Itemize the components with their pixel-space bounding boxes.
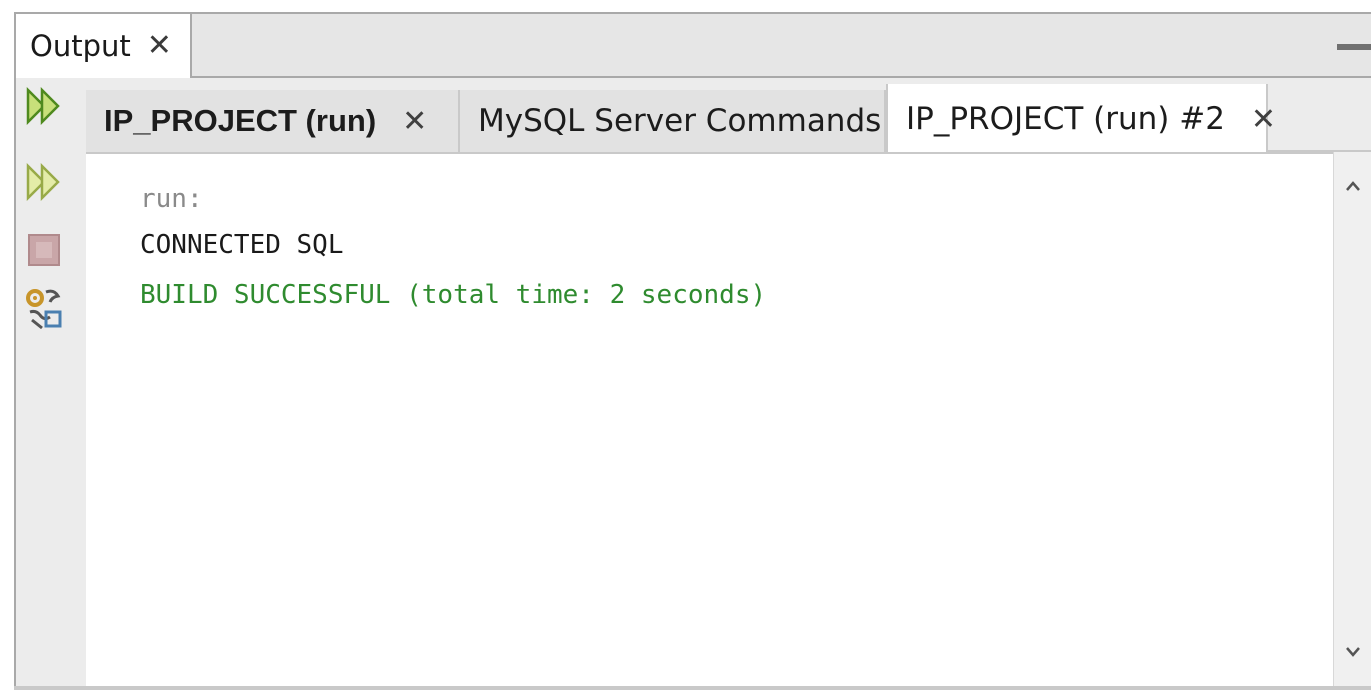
tab-label: MySQL Server Commands <box>478 103 882 139</box>
output-tab-strip: Output ✕ <box>14 12 1371 78</box>
minimize-button[interactable] <box>1337 44 1371 50</box>
tab-label: IP_PROJECT (run) #2 <box>906 101 1225 137</box>
close-icon[interactable]: ✕ <box>402 104 427 139</box>
output-console[interactable]: run: CONNECTED SQL BUILD SUCCESSFUL (tot… <box>86 152 1333 686</box>
bottom-border <box>14 686 1371 690</box>
scroll-up-icon[interactable] <box>1334 166 1371 206</box>
console-line-run: run: <box>140 184 203 214</box>
output-window: Output ✕ IP_PROJECT (run) ✕ MySQL Server… <box>0 0 1371 690</box>
scroll-down-icon[interactable] <box>1334 632 1371 672</box>
close-icon[interactable]: ✕ <box>147 31 172 61</box>
tab-ip-project-run[interactable]: IP_PROJECT (run) ✕ <box>86 90 460 152</box>
rerun-with-options-icon[interactable] <box>24 162 64 202</box>
stop-icon[interactable] <box>24 230 64 270</box>
console-line-build-successful: BUILD SUCCESSFUL (total time: 2 seconds) <box>140 280 767 310</box>
output-tab-label: Output <box>30 29 131 63</box>
tab-mysql-server-commands[interactable]: MySQL Server Commands ✕ <box>460 90 932 152</box>
tab-output[interactable]: Output ✕ <box>16 14 192 78</box>
console-line-connected: CONNECTED SQL <box>140 230 344 260</box>
tab-ip-project-run-2[interactable]: IP_PROJECT (run) #2 ✕ <box>886 84 1276 154</box>
close-icon[interactable]: ✕ <box>1251 102 1276 137</box>
vertical-scrollbar[interactable] <box>1333 152 1371 686</box>
output-toolbar <box>14 78 86 690</box>
rerun-icon[interactable] <box>24 86 64 126</box>
output-subtabs: IP_PROJECT (run) ✕ MySQL Server Commands… <box>86 78 1371 154</box>
settings-icon[interactable] <box>24 288 64 330</box>
tab-label: IP_PROJECT (run) <box>104 103 377 138</box>
